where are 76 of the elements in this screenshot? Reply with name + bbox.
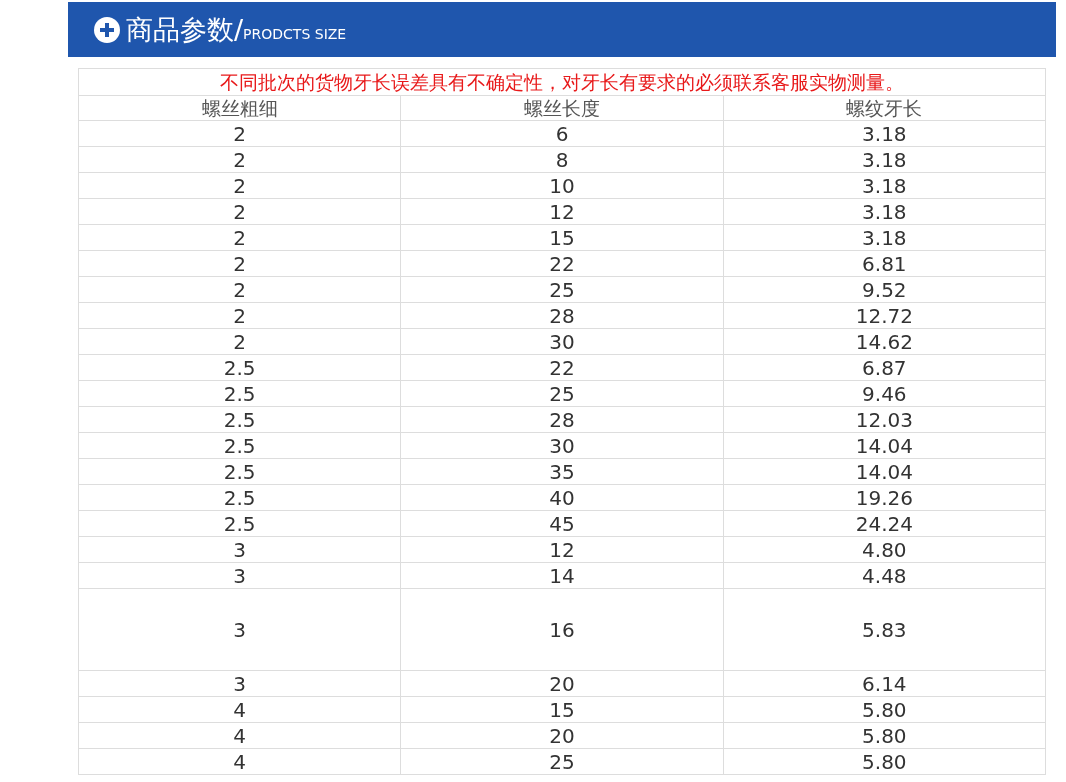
table-cell: 4 [78,748,401,775]
table-cell: 40 [400,484,724,511]
table-cell: 2 [78,250,401,277]
table-cell: 12.03 [723,406,1046,433]
table-cell: 25 [400,748,724,775]
table-cell: 35 [400,458,724,485]
table-cell: 5.80 [723,696,1046,723]
table-cell: 2 [78,120,401,147]
table-cell: 2.5 [78,380,401,407]
table-cell: 16 [400,588,724,671]
table-cell: 10 [400,172,724,199]
table-cell: 24.24 [723,510,1046,537]
table-cell: 4.80 [723,536,1046,563]
table-cell: 3.18 [723,198,1046,225]
table-cell: 5.80 [723,722,1046,749]
table-cell: 28 [400,302,724,329]
table-cell: 12.72 [723,302,1046,329]
table-cell: 6.87 [723,354,1046,381]
table-cell: 2.5 [78,458,401,485]
table-cell: 3.18 [723,224,1046,251]
table-cell: 6.14 [723,670,1046,697]
table-cell: 20 [400,670,724,697]
notice-text: 不同批次的货物牙长误差具有不确定性，对牙长有要求的必须联系客服实物测量。 [78,68,1046,96]
table-cell: 19.26 [723,484,1046,511]
table-cell: 45 [400,510,724,537]
table-cell: 2 [78,224,401,251]
table-cell: 9.46 [723,380,1046,407]
column-header: 螺丝粗细 [78,95,401,121]
table-cell: 2.5 [78,406,401,433]
table-cell: 4 [78,696,401,723]
table-cell: 9.52 [723,276,1046,303]
column-header: 螺纹牙长 [723,95,1046,121]
table-cell: 12 [400,198,724,225]
table-cell: 5.80 [723,748,1046,775]
table-cell: 30 [400,328,724,355]
table-cell: 12 [400,536,724,563]
table-cell: 3.18 [723,146,1046,173]
table-cell: 2 [78,328,401,355]
table-cell: 2 [78,276,401,303]
table-cell: 3.18 [723,172,1046,199]
table-cell: 22 [400,250,724,277]
table-cell: 2.5 [78,510,401,537]
table-cell: 4 [78,722,401,749]
table-cell: 14.62 [723,328,1046,355]
table-cell: 2.5 [78,354,401,381]
table-cell: 20 [400,722,724,749]
table-cell: 25 [400,276,724,303]
table-cell: 2.5 [78,432,401,459]
table-cell: 15 [400,696,724,723]
table-cell: 30 [400,432,724,459]
table-cell: 4.48 [723,562,1046,589]
table-cell: 8 [400,146,724,173]
table-cell: 2.5 [78,484,401,511]
column-header: 螺丝长度 [400,95,724,121]
table-cell: 25 [400,380,724,407]
table-cell: 28 [400,406,724,433]
table-cell: 6 [400,120,724,147]
table-cell: 5.83 [723,588,1046,671]
table-cell: 22 [400,354,724,381]
table-cell: 3 [78,588,401,671]
table-cell: 3 [78,536,401,563]
table-cell: 6.81 [723,250,1046,277]
table-cell: 3 [78,670,401,697]
table-cell: 2 [78,146,401,173]
table-cell: 15 [400,224,724,251]
table-cell: 14 [400,562,724,589]
table-cell: 3.18 [723,120,1046,147]
plus-icon [94,16,120,43]
table-cell: 2 [78,302,401,329]
table-cell: 14.04 [723,432,1046,459]
table-cell: 2 [78,172,401,199]
table-cell: 2 [78,198,401,225]
table-cell: 14.04 [723,458,1046,485]
banner-title: 商品参数/ [126,16,244,43]
banner-subtitle: PRODCTS SIZE [243,26,347,41]
table-cell: 3 [78,562,401,589]
